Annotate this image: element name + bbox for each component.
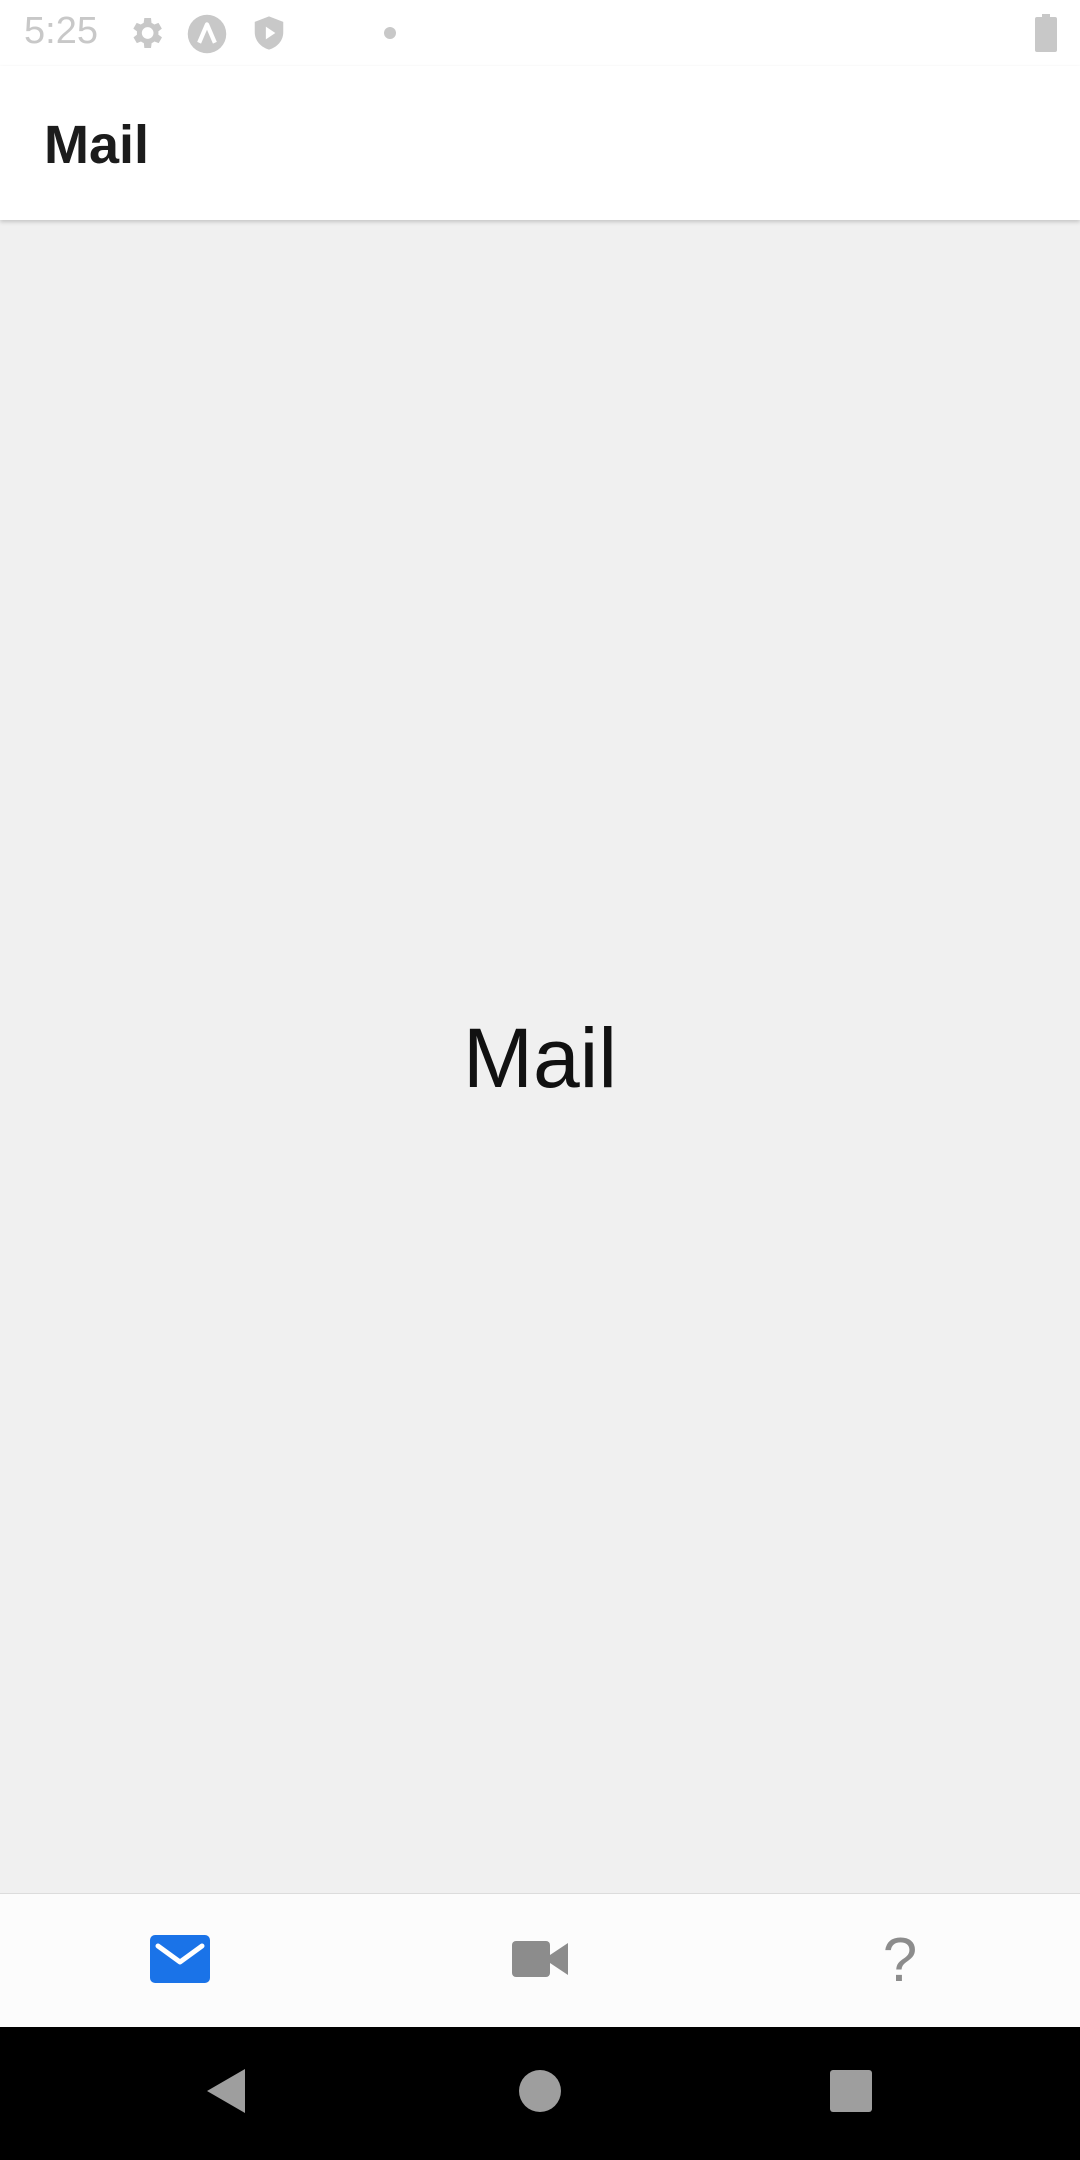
question-mark-icon: ?	[882, 1926, 918, 1995]
tab-help[interactable]: ?	[720, 1894, 1080, 2028]
a-circle-icon	[186, 13, 228, 60]
recents-icon	[830, 2070, 872, 2117]
page-title: Mail	[44, 115, 150, 175]
bottom-tab-bar: ?	[0, 1893, 1080, 2027]
mail-icon	[150, 1934, 210, 1988]
dot-icon	[384, 27, 396, 39]
home-icon	[518, 2069, 562, 2118]
home-button[interactable]	[470, 2027, 610, 2160]
recents-button[interactable]	[781, 2027, 921, 2160]
video-camera-icon	[512, 1939, 568, 1984]
tab-mail[interactable]	[0, 1894, 360, 2028]
navigation-bar	[0, 2027, 1080, 2160]
status-time: 5:25	[24, 10, 98, 52]
screen: 5:25 Mail Mail ?	[0, 0, 1080, 2160]
app-bar: Mail	[0, 66, 1080, 220]
content-label: Mail	[462, 1011, 617, 1105]
battery-icon	[1035, 14, 1057, 57]
gear-icon	[126, 13, 166, 58]
back-icon	[205, 2067, 247, 2120]
tab-video[interactable]	[360, 1894, 720, 2028]
back-button[interactable]	[156, 2027, 296, 2160]
status-bar: 5:25	[0, 0, 1080, 66]
shield-play-icon	[250, 13, 288, 58]
content-area: Mail	[0, 220, 1080, 1893]
